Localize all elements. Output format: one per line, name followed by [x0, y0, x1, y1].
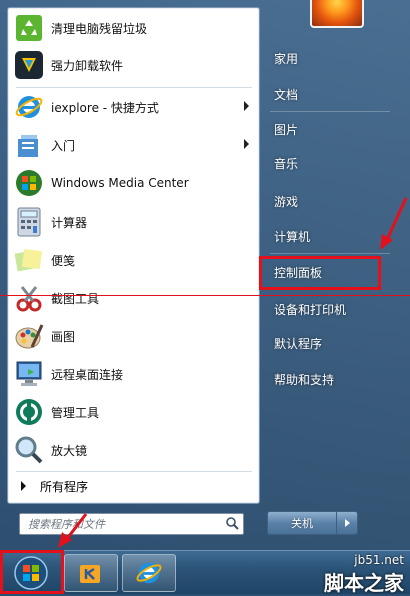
taskbar-ie-button[interactable] — [122, 554, 176, 592]
program-calculator[interactable]: 计算器 — [8, 204, 259, 240]
recycle-icon — [13, 12, 45, 44]
program-cleanup[interactable]: 清理电脑残留垃圾 — [8, 10, 259, 46]
place-label: 设备和打印机 — [274, 302, 347, 317]
taskbar-app-button[interactable] — [64, 554, 118, 592]
place-music[interactable]: 音乐 — [262, 148, 390, 178]
shutdown-label: 关机 — [291, 517, 313, 530]
snipping-tool-icon — [13, 282, 45, 314]
program-label: 画图 — [51, 329, 76, 344]
program-label: 强力卸载软件 — [51, 58, 124, 73]
place-help-support[interactable]: 帮助和支持 — [262, 364, 390, 394]
programs-panel: 清理电脑残留垃圾 强力卸载软件 iexplore - 快捷方式 入门 Windo… — [7, 7, 260, 504]
place-label: 游戏 — [274, 194, 299, 209]
watermark-brand: 脚本之家 — [324, 571, 404, 595]
program-sticky-notes[interactable]: 便笺 — [8, 242, 259, 278]
program-label: iexplore - 快捷方式 — [51, 100, 159, 115]
place-pictures[interactable]: 图片 — [262, 114, 390, 144]
program-admin-tools[interactable]: 管理工具 — [8, 394, 259, 430]
place-label: 家用 — [274, 51, 299, 66]
program-label: 放大镜 — [51, 443, 88, 458]
program-remote-desktop[interactable]: 远程桌面连接 — [8, 356, 259, 392]
annotation-arrow-icon — [58, 513, 88, 548]
place-label: 默认程序 — [274, 336, 323, 351]
program-snipping-tool[interactable]: 截图工具 — [8, 280, 259, 316]
place-default-programs[interactable]: 默认程序 — [262, 328, 390, 358]
program-label: 清理电脑残留垃圾 — [51, 21, 148, 36]
shutdown-button[interactable]: 关机 — [267, 511, 337, 535]
search-icon[interactable] — [225, 516, 239, 533]
submenu-arrow-icon[interactable] — [244, 139, 249, 149]
uninstall-shield-icon — [13, 49, 45, 81]
program-label: 远程桌面连接 — [51, 367, 124, 382]
program-label: 便笺 — [51, 253, 76, 268]
annotation-box-control-panel — [259, 256, 381, 290]
magnifier-icon — [13, 434, 45, 466]
program-label: 截图工具 — [51, 291, 100, 306]
place-label: 计算机 — [274, 229, 311, 244]
sticky-notes-icon — [13, 244, 45, 276]
program-paint[interactable]: 画图 — [8, 318, 259, 354]
search-box[interactable] — [19, 513, 244, 535]
admin-tools-icon — [13, 396, 45, 428]
place-home[interactable]: 家用 — [262, 43, 390, 73]
remote-desktop-icon — [13, 358, 45, 390]
place-documents[interactable]: 文档 — [262, 79, 390, 109]
annotation-box-start — [0, 550, 64, 594]
divider — [270, 111, 390, 112]
program-label: 管理工具 — [51, 405, 100, 420]
chevron-right-icon — [344, 519, 350, 527]
annotation-arrow-icon — [380, 197, 408, 250]
shutdown-options-button[interactable] — [336, 511, 358, 535]
watermark-site: jb51.net — [354, 553, 404, 567]
media-center-icon — [13, 167, 45, 199]
all-programs-label: 所有程序 — [40, 479, 89, 494]
ie-icon — [13, 91, 45, 123]
submenu-arrow-icon[interactable] — [244, 101, 249, 111]
program-iexplore[interactable]: iexplore - 快捷方式 — [8, 89, 259, 125]
ie-icon — [136, 562, 162, 584]
place-games[interactable]: 游戏 — [262, 186, 390, 216]
divider — [270, 253, 390, 254]
place-label: 音乐 — [274, 156, 299, 171]
search-input[interactable] — [20, 516, 225, 532]
getting-started-icon — [13, 129, 45, 161]
place-label: 帮助和支持 — [274, 372, 335, 387]
program-magnifier[interactable]: 放大镜 — [8, 432, 259, 468]
divider — [16, 87, 252, 88]
app-k-icon — [80, 565, 100, 583]
place-label: 图片 — [274, 122, 299, 137]
program-label: 入门 — [51, 138, 76, 153]
program-getting-started[interactable]: 入门 — [8, 127, 259, 163]
program-uninstall[interactable]: 强力卸载软件 — [8, 47, 259, 83]
all-programs-button[interactable]: 所有程序 — [8, 474, 259, 498]
calculator-icon — [13, 206, 45, 238]
place-label: 文档 — [274, 87, 299, 102]
expand-arrow-icon — [21, 481, 26, 491]
program-label: 计算器 — [51, 215, 88, 230]
user-picture[interactable] — [310, 0, 364, 28]
divider — [16, 471, 252, 472]
annotation-line — [0, 295, 410, 296]
program-label: Windows Media Center — [51, 176, 189, 190]
paint-icon — [13, 320, 45, 352]
program-media-center[interactable]: Windows Media Center — [8, 165, 259, 201]
place-computer[interactable]: 计算机 — [262, 221, 390, 251]
place-devices-printers[interactable]: 设备和打印机 — [262, 294, 390, 324]
